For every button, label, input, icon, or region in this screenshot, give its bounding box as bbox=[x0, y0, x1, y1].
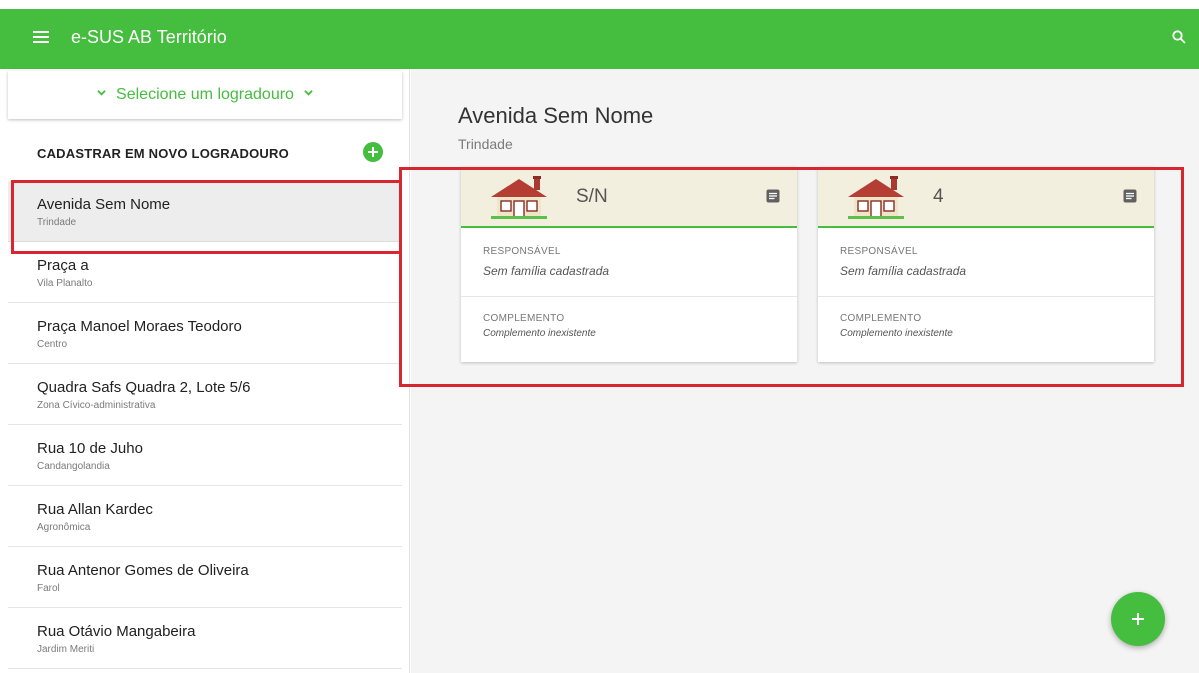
add-circle-icon[interactable] bbox=[363, 142, 383, 162]
chevron-down-icon bbox=[304, 90, 313, 96]
street-list-item[interactable]: Praça Manoel Moraes Teodoro Centro bbox=[8, 303, 402, 364]
page-subtitle: Trindade bbox=[458, 136, 513, 152]
street-list: Avenida Sem Nome Trindade Praça a Vila P… bbox=[8, 181, 402, 669]
street-selector-label: Selecione um logradouro bbox=[116, 86, 294, 103]
street-list-item[interactable]: Quadra Safs Quadra 2, Lote 5/6 Zona Cívi… bbox=[8, 364, 402, 425]
street-neighborhood: Candangolandia bbox=[37, 461, 110, 472]
street-neighborhood: Jardim Meriti bbox=[37, 644, 95, 655]
street-neighborhood: Agronômica bbox=[37, 522, 91, 533]
app-bar: e-SUS AB Território bbox=[0, 0, 1199, 69]
search-icon[interactable] bbox=[1172, 30, 1186, 44]
highlight-box-street bbox=[11, 180, 402, 254]
street-sidebar: Selecione um logradouro CADASTRAR EM NOV… bbox=[0, 69, 410, 673]
street-name: Rua Allan Kardec bbox=[37, 501, 153, 518]
street-selector-dropdown[interactable]: Selecione um logradouro bbox=[8, 71, 402, 119]
street-list-item[interactable]: Rua 10 de Juho Candangolandia bbox=[8, 425, 402, 486]
page-title: Avenida Sem Nome bbox=[458, 103, 654, 128]
street-list-item[interactable]: Rua Antenor Gomes de Oliveira Farol bbox=[8, 547, 402, 608]
street-neighborhood: Vila Planalto bbox=[37, 278, 93, 289]
street-name: Quadra Safs Quadra 2, Lote 5/6 bbox=[37, 379, 251, 396]
street-name: Rua Otávio Mangabeira bbox=[37, 623, 196, 640]
street-name: Rua Antenor Gomes de Oliveira bbox=[37, 562, 249, 579]
menu-icon[interactable] bbox=[33, 31, 49, 45]
app-title: e-SUS AB Território bbox=[71, 27, 227, 47]
highlight-box-cards bbox=[399, 167, 1184, 387]
chevron-down-icon bbox=[97, 90, 106, 96]
add-button[interactable] bbox=[1111, 592, 1165, 646]
street-name: Praça Manoel Moraes Teodoro bbox=[37, 318, 242, 335]
street-list-item[interactable]: Rua Otávio Mangabeira Jardim Meriti bbox=[8, 608, 402, 669]
new-address-label[interactable]: CADASTRAR EM NOVO LOGRADOURO bbox=[37, 146, 289, 161]
street-neighborhood: Zona Cívico-administrativa bbox=[37, 400, 156, 411]
app-root: e-SUS AB Território Selecione um logrado… bbox=[0, 0, 1199, 673]
street-name: Rua 10 de Juho bbox=[37, 440, 143, 457]
street-neighborhood: Farol bbox=[37, 583, 60, 594]
street-name: Praça a bbox=[37, 257, 89, 274]
street-list-item[interactable]: Rua Allan Kardec Agronômica bbox=[8, 486, 402, 547]
street-neighborhood: Centro bbox=[37, 339, 68, 350]
